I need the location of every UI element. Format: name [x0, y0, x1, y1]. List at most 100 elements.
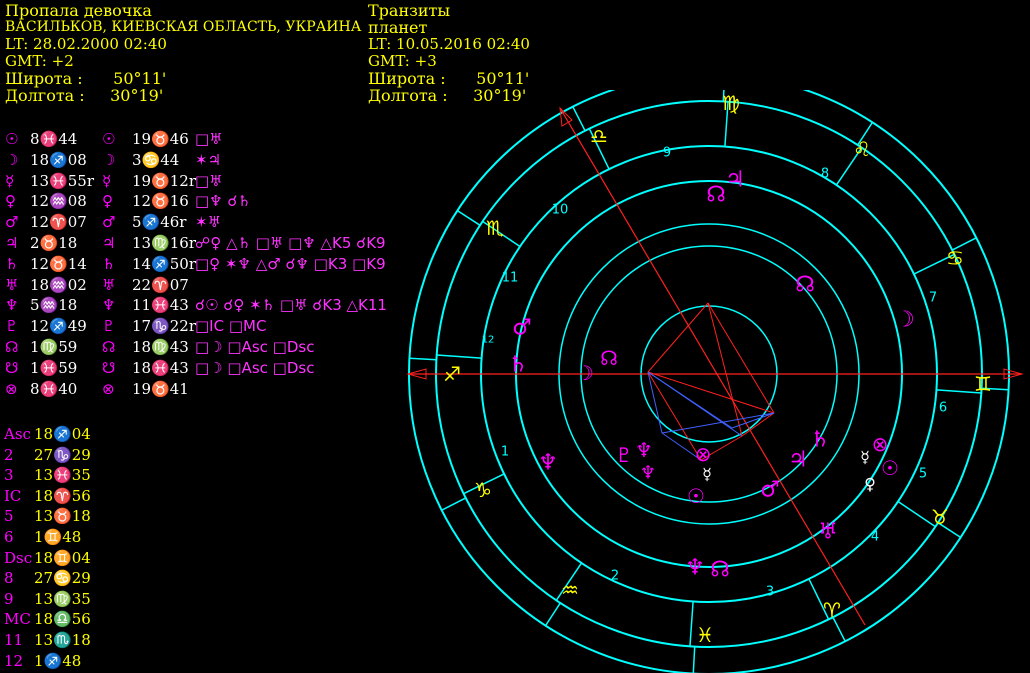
house-cusp-position: 1♊48	[34, 528, 82, 546]
natal-planet-position: 8♓40	[30, 379, 78, 398]
zodiac-sign-glyph: ♎	[590, 124, 608, 148]
house-number: 12	[482, 335, 495, 346]
house-cusp-position: 18♈56	[34, 486, 91, 505]
natal-planet-glyph: ⊗	[5, 379, 18, 398]
transit-planet-glyph: ⊗	[872, 432, 889, 456]
house-spoke	[436, 354, 482, 359]
natal-planet-position: 8♓44	[30, 130, 78, 148]
planet-row: ⊗ 8♓40 ⊗ 19♉41	[5, 380, 400, 400]
house-label: MC	[4, 610, 31, 629]
house-cusp-row: 8 27♋29	[4, 569, 124, 589]
house-cusp-row: 6 1♊48	[4, 528, 124, 548]
natal-planet-position: 12♈07	[30, 213, 87, 232]
transit-planet-glyph: ☉	[102, 130, 116, 148]
house-cusp-row: Dsc 18♊04	[4, 549, 124, 569]
house-cusp-position: 13♍35	[34, 589, 91, 608]
transit-planet-glyph: ♆	[538, 451, 558, 476]
transit-planet-position: 11♓43	[132, 296, 189, 315]
zodiac-sign-glyph: ♏	[486, 216, 504, 240]
wheel-glyphs: ♐♏♎♍♌♋♊♉♈♓♒♑123456789101112♃☊☊☽♂♄♆ ♃♄♂♅♆ ☊…	[443, 91, 992, 647]
aspect-list: □☽ □Asc □Dsc	[195, 358, 315, 377]
house-number: 5	[919, 467, 927, 482]
aspect-line	[647, 371, 775, 414]
transit-planet-glyph: ⊗	[102, 379, 115, 398]
house-label: Dsc	[4, 548, 33, 567]
natal-planet-position: 12♐49	[30, 317, 87, 336]
house-cusp-position: 27♑29	[34, 445, 91, 464]
house-number: 10	[552, 203, 569, 218]
transit-planet-glyph: ♄	[810, 428, 830, 453]
house-cusp-row: 3 13♓35	[4, 466, 124, 486]
planet-row: ♀ 12♒08 ♀ 12♉16 □♆ ☌♄	[5, 192, 400, 212]
house-label: 2	[4, 445, 14, 464]
house-cusp-row: 5 13♉18	[4, 507, 124, 527]
transit-subtitle: планет	[368, 18, 428, 37]
transit-planet-position: 3♋44	[132, 150, 180, 169]
transit-planet-position: 18♓43	[132, 358, 189, 377]
planet-row: ☉ 8♓44 ☉ 19♉46 □♅	[5, 130, 400, 150]
natal-longitude: Долгота : 30°19'	[5, 86, 164, 105]
natal-planet-glyph: ♃	[5, 234, 19, 252]
house-cusp-row: 12 1♐48	[4, 652, 124, 672]
house-label: 9	[4, 589, 14, 608]
natal-planet-position: 18♒02	[30, 275, 87, 294]
transit-planet-position: 14♐50r	[132, 254, 197, 273]
house-number: 11	[502, 271, 519, 286]
natal-planet-glyph: ☽	[576, 361, 594, 385]
planet-row: ☿ 13♓55r ☿ 19♉12r □♅	[5, 172, 400, 192]
natal-planet-position: 1♍59	[30, 338, 78, 356]
zodiac-sign-glyph: ♉	[931, 505, 949, 529]
zodiac-sign-glyph: ♍	[722, 91, 740, 115]
transit-planet-position: 13♍16r	[132, 234, 197, 252]
natal-planet-position: 12♒08	[30, 192, 87, 211]
house-label: 6	[4, 528, 14, 546]
natal-planet-glyph: ♅	[5, 275, 19, 294]
house-cusp-lines	[406, 90, 1024, 673]
house-label: 11	[4, 631, 24, 649]
house-cusp-position: 18♎56	[34, 610, 91, 629]
transit-planet-glyph: ☊	[710, 558, 730, 583]
natal-planet-glyph: ☿	[702, 465, 712, 484]
sign-divider	[441, 497, 467, 511]
transit-planet-glyph: ♇	[102, 317, 116, 336]
house-number: 7	[929, 291, 937, 306]
transit-planet-position: 17♑22r	[132, 317, 197, 336]
house-spoke	[689, 601, 694, 647]
transit-planet-glyph: ♆	[685, 556, 705, 581]
natal-planet-glyph: ♀	[864, 475, 876, 494]
natal-planet-glyph: ☊	[600, 346, 618, 370]
planet-row: ♆ 5♒18 ♆ 11♓43 ☌☉ ☌♀ ✶♄ □♅ ☌K3 △K11	[5, 296, 400, 316]
zodiac-sign-glyph: ♋	[946, 246, 964, 270]
natal-gmt: GMT: +2	[5, 52, 74, 70]
house-number: 9	[663, 146, 671, 161]
house-label: 3	[4, 466, 14, 485]
natal-planet-glyph: ♆	[635, 438, 653, 462]
house-cusp-position: 13♏18	[34, 631, 91, 649]
transit-planet-glyph: ♄	[508, 353, 528, 378]
zodiac-sign-glyph: ♒	[561, 578, 579, 602]
aspect-list: ✶♅	[195, 213, 222, 232]
transit-planet-glyph: ♅	[102, 275, 116, 294]
aspect-list: □♅	[195, 130, 223, 148]
natal-planet-glyph: ☽	[5, 150, 19, 169]
transit-planet-glyph: ☊	[706, 183, 726, 208]
natal-header: Пропала девочка ВАСИЛЬКОВ, КИЕВСКАЯ ОБЛА…	[5, 2, 361, 104]
planet-row: ♅ 18♒02 ♅ 22♈07	[5, 276, 400, 296]
aspect-list: □IC □MC	[195, 317, 267, 336]
house-cusp-row: MC 18♎56	[4, 610, 124, 630]
natal-planet-glyph: ☊	[5, 338, 19, 356]
natal-planet-glyph: ☋	[5, 358, 19, 377]
aspect-list: ✶♃	[195, 150, 222, 169]
natal-latitude: Широта : 50°11'	[5, 69, 167, 88]
natal-planet-position: 1♓59	[30, 358, 78, 377]
natal-planet-glyph: ♆	[5, 296, 19, 315]
chart-wheel: ♐♏♎♍♌♋♊♉♈♓♒♑123456789101112♃☊☊☽♂♄♆ ♃♄♂♅♆ ☊…	[406, 90, 1024, 673]
house-cusp-row: IC 18♈56	[4, 487, 124, 507]
house-number: 4	[871, 530, 879, 545]
transit-planet-position: 5♐46r	[132, 213, 187, 232]
wheel-ring	[408, 90, 1010, 673]
house-cusp-position: 13♉18	[34, 507, 91, 526]
natal-local-time: LT: 28.02.2000 02:40	[5, 35, 167, 53]
transit-planet-position: 19♉41	[132, 379, 189, 398]
aspect-list: □♆ ☌♄	[195, 192, 251, 211]
